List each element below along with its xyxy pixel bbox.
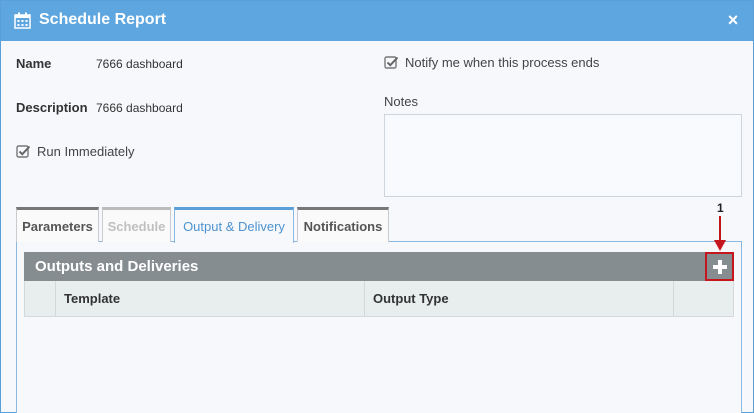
notes-textarea[interactable] <box>384 114 742 197</box>
description-value: 7666 dashboard <box>96 101 183 115</box>
dialog-title: Schedule Report <box>39 11 167 28</box>
notes-label: Notes <box>384 94 418 109</box>
run-immediately-label: Run Immediately <box>37 144 135 159</box>
schedule-report-dialog: Schedule Report × Name 7666 dashboard De… <box>0 0 754 413</box>
description-label: Description <box>16 100 88 115</box>
plus-icon <box>712 259 727 274</box>
tab-notifications[interactable]: Notifications <box>297 207 389 242</box>
calendar-icon <box>14 12 31 29</box>
checkbox-checked-icon <box>16 145 31 158</box>
run-immediately-checkbox[interactable]: Run Immediately <box>16 144 135 159</box>
outputs-section-header: Outputs and Deliveries <box>24 252 734 281</box>
column-header-output-type[interactable]: Output Type <box>364 281 674 316</box>
name-label: Name <box>16 56 52 71</box>
tab-output-delivery[interactable]: Output & Delivery <box>174 207 294 243</box>
column-header-actions <box>673 281 734 316</box>
callout-arrow-icon <box>714 216 726 251</box>
checkbox-checked-icon <box>384 56 399 69</box>
tab-parameters[interactable]: Parameters <box>16 207 99 242</box>
outputs-table-header: Template Output Type <box>24 281 734 317</box>
add-output-button[interactable] <box>705 252 734 281</box>
column-header-template[interactable]: Template <box>55 281 365 316</box>
notify-checkbox[interactable]: Notify me when this process ends <box>384 55 599 70</box>
notify-label: Notify me when this process ends <box>405 55 600 70</box>
close-button[interactable]: × <box>725 11 741 29</box>
callout-number: 1 <box>717 201 724 215</box>
name-value: 7666 dashboard <box>96 57 183 71</box>
outputs-section-title: Outputs and Deliveries <box>35 258 199 275</box>
dialog-titlebar: Schedule Report × <box>1 1 753 41</box>
tab-schedule: Schedule <box>102 207 171 242</box>
